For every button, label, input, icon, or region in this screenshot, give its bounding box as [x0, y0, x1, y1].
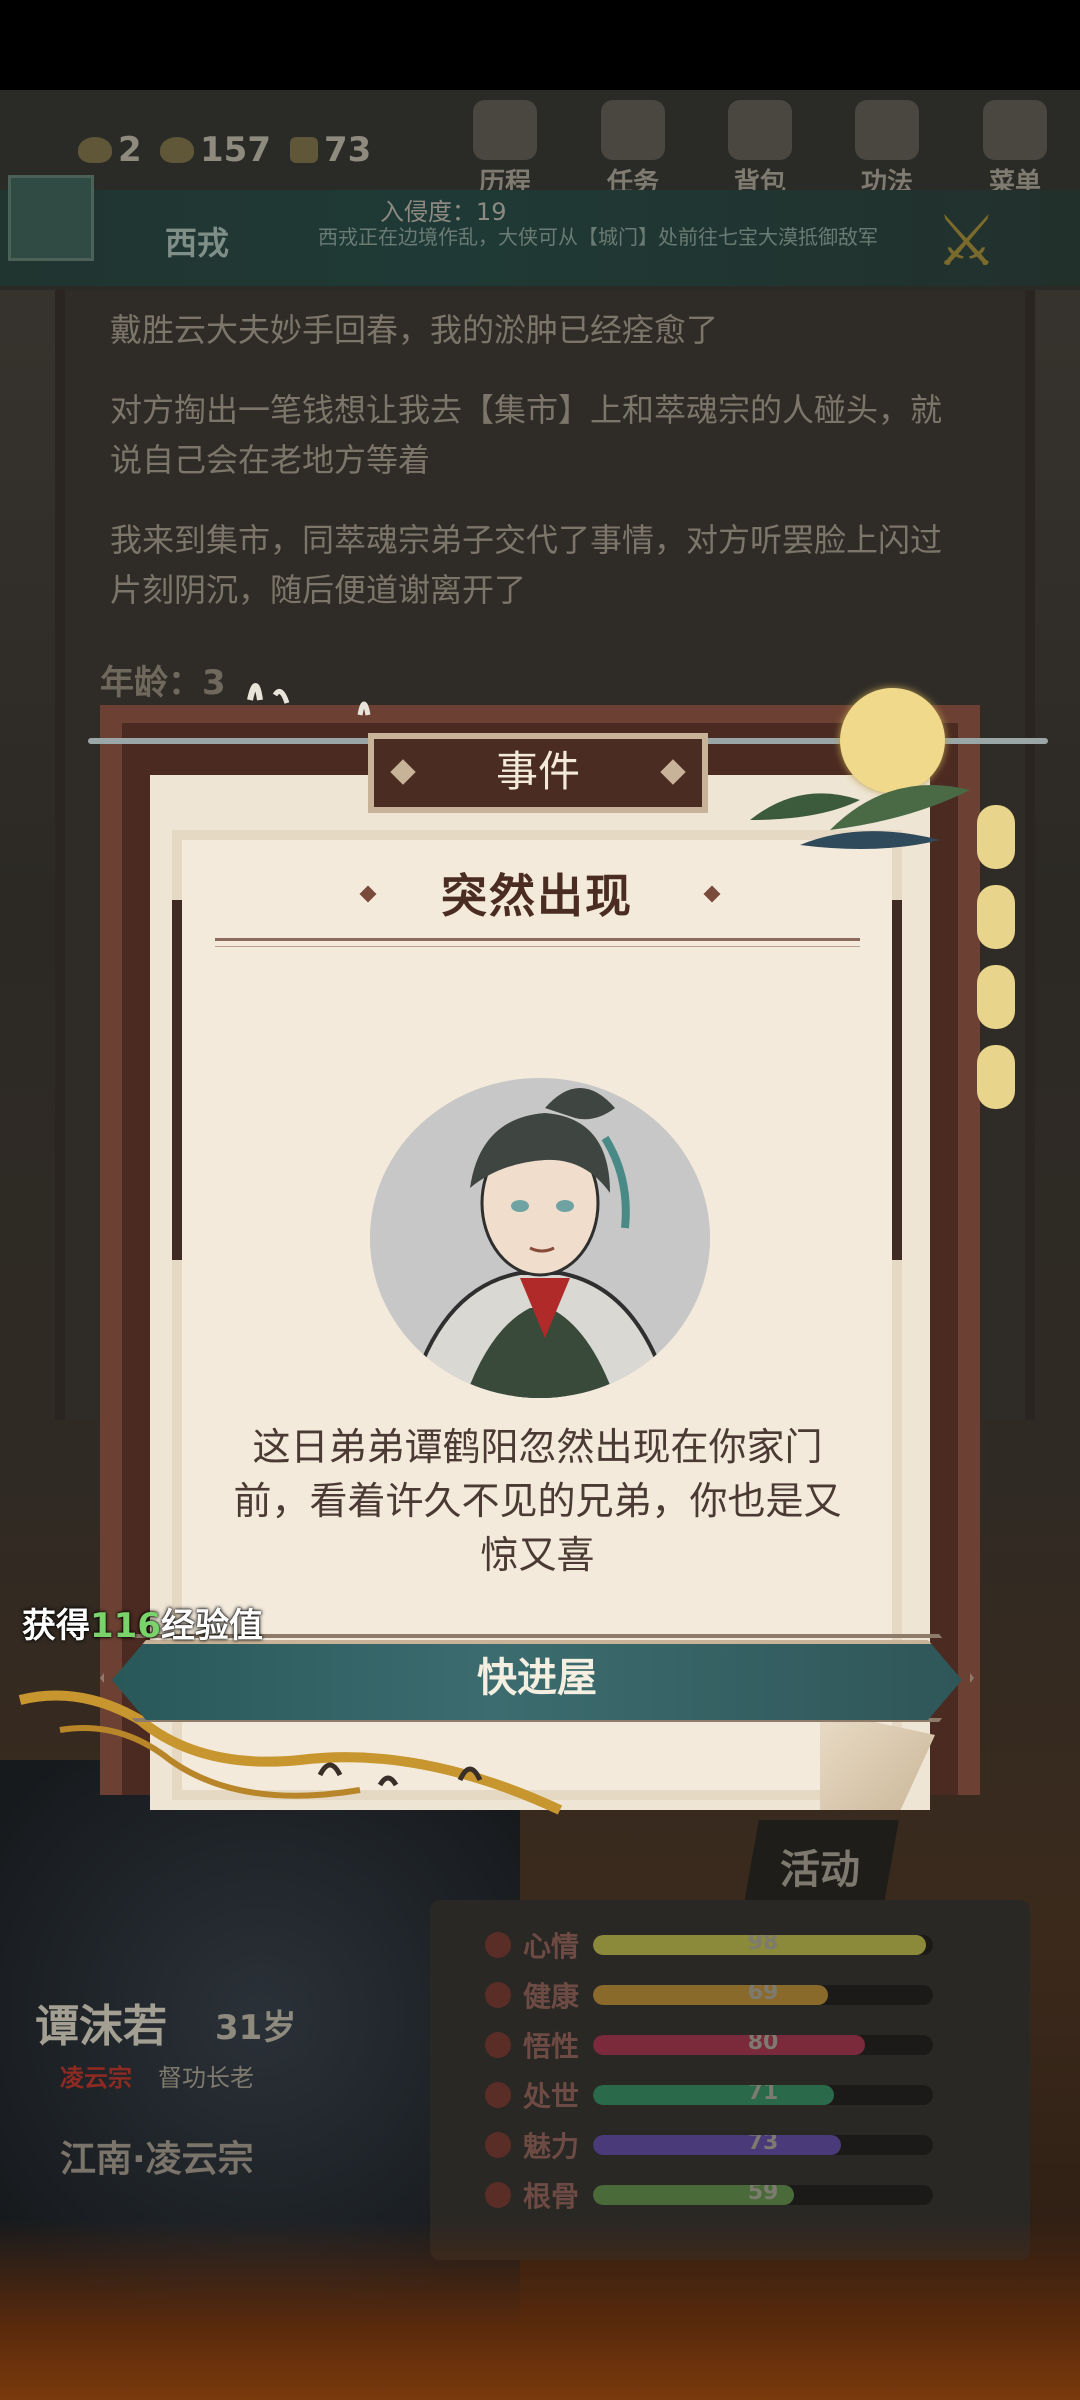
npc-portrait-illustration [370, 1078, 710, 1398]
stat-row-charm: 魅力 73 [485, 2120, 1030, 2170]
mood-icon [485, 1932, 511, 1958]
event-title: 突然出现 [441, 869, 633, 923]
nav-history-button[interactable]: 历程 [450, 100, 560, 199]
fire-decoration [0, 2220, 1080, 2400]
stat-bar: 98 [593, 1935, 933, 1955]
resource-2: 157 [160, 130, 271, 170]
stat-row-social: 处世 71 [485, 2070, 1030, 2120]
comprehension-icon [485, 2032, 511, 2058]
paper-edge [172, 900, 182, 1260]
birds-icon [247, 683, 371, 716]
lantern-icon [977, 1045, 1015, 1109]
npc-portrait [370, 1078, 710, 1398]
stat-row-comprehension: 悟性 80 [485, 2020, 1030, 2070]
crossed-swords-icon[interactable]: ⚔ [935, 200, 998, 282]
log-line: 对方掏出一笔钱想让我去【集市】上和萃魂宗的人碰头，就说自己会在老地方等着 [110, 391, 943, 479]
region-description: 西戎正在边境作乱，大侠可从【城门】处前往七宝大漠抵御敌军 [318, 225, 878, 249]
backpack-icon [728, 100, 792, 160]
resource-3: 73 [290, 130, 371, 170]
nav-menu-button[interactable]: 菜单 [960, 100, 1070, 199]
ingot-icon [160, 137, 194, 163]
character-location[interactable]: 江南·凌云宗 [60, 2130, 254, 2182]
lantern-icon [977, 885, 1015, 949]
stats-panel: 心情 98 健康 69 悟性 80 处世 71 魅力 73 根骨 59 [430, 1900, 1030, 2260]
constitution-icon [485, 2182, 511, 2208]
character-role: 督功长老 [158, 2064, 254, 2092]
stat-row-constitution: 根骨 59 [485, 2170, 1030, 2220]
lantern-icon [977, 965, 1015, 1029]
region-name: 西戎 [165, 224, 230, 262]
modal-header-plate: 事件 [368, 733, 708, 813]
lantern-icon [977, 805, 1015, 869]
history-icon [473, 100, 537, 160]
task-icon [601, 100, 665, 160]
frame-right-post [958, 705, 980, 1795]
modal-header: 事件 [495, 747, 580, 796]
log-line: 我来到集市，同萃魂宗弟子交代了事情，对方听罢脸上闪过片刻阴沉，随后便道谢离开了 [110, 521, 943, 609]
character-sect: 凌云宗 [60, 2064, 132, 2092]
stat-bar: 71 [593, 2085, 933, 2105]
exp-gain-notice: 获得116经验值 [22, 1606, 263, 1646]
stat-row-health: 健康 69 [485, 1970, 1030, 2020]
social-icon [485, 2082, 511, 2108]
skill-book-icon [855, 100, 919, 160]
stat-bar: 69 [593, 1985, 933, 2005]
fan-menu-icon [983, 100, 1047, 160]
stat-row-mood: 心情 98 [485, 1920, 1030, 1970]
token-icon [290, 137, 318, 163]
gold-ingot-icon [78, 137, 112, 163]
log-line: 戴胜云大夫妙手回春，我的淤肿已经痊愈了 [110, 311, 719, 349]
enter-house-button[interactable]: 快进屋 [112, 1640, 962, 1720]
stat-bar: 59 [593, 2185, 933, 2205]
heart-icon [485, 1982, 511, 2008]
stat-bar: 80 [593, 2035, 933, 2055]
character-name: 谭沫若 [35, 2001, 167, 2052]
bamboo-leaves-icon [750, 785, 970, 849]
event-description: 这日弟弟谭鹤阳忽然出现在你家门前，看着许久不见的兄弟，你也是又惊又喜 [233, 1425, 842, 1577]
paper-edge [892, 900, 902, 1260]
log-age-partial: 年龄：3 [100, 663, 226, 703]
nav-skill-button[interactable]: 功法 [832, 100, 942, 199]
resource-1: 2 [78, 130, 142, 170]
stat-bar: 73 [593, 2135, 933, 2155]
divider [215, 938, 860, 941]
nav-backpack-button[interactable]: 背包 [705, 100, 815, 199]
character-age: 31岁 [215, 2008, 297, 2048]
nav-task-button[interactable]: 任务 [578, 100, 688, 199]
badge-icon[interactable] [8, 175, 94, 261]
divider [215, 946, 860, 947]
charm-icon [485, 2132, 511, 2158]
